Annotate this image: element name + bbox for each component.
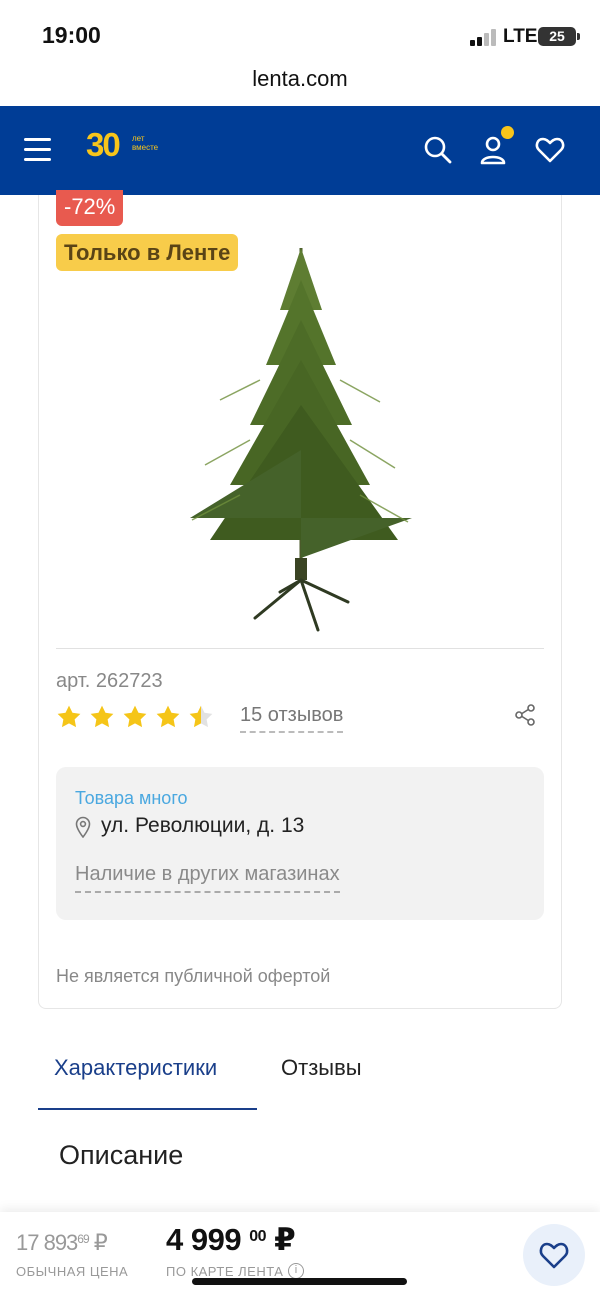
- status-bar: 19:00 LTE 25: [0, 0, 600, 70]
- star-icon: [90, 705, 114, 728]
- reviews-link[interactable]: 15 отзывов: [240, 704, 344, 733]
- status-time: 19:00: [42, 22, 101, 48]
- star-icon: [156, 705, 180, 728]
- regular-price: 17 89369 ₽: [16, 1230, 108, 1255]
- site-header: 30 лет вместе: [0, 106, 600, 195]
- star-icon: [57, 705, 81, 728]
- lenta-logo[interactable]: 30 лет вместе: [86, 126, 176, 170]
- product-sku: арт. 262723: [56, 670, 163, 692]
- tab-reviews[interactable]: Отзывы: [281, 1055, 362, 1081]
- info-icon[interactable]: i: [288, 1263, 304, 1279]
- hamburger-menu-icon[interactable]: [24, 138, 51, 162]
- add-to-favorites-button[interactable]: [523, 1224, 585, 1286]
- heart-icon: [539, 1242, 569, 1269]
- divider: [56, 648, 544, 649]
- regular-price-label: ОБЫЧНАЯ ЦЕНА: [16, 1264, 129, 1279]
- discount-badge: -72%: [56, 190, 124, 226]
- half-star-icon: [189, 705, 213, 728]
- network-type: LTE: [503, 26, 538, 47]
- tab-characteristics[interactable]: Характеристики: [54, 1055, 217, 1081]
- section-title: Описание: [59, 1140, 184, 1170]
- card-price: 4 999 00 ₽: [166, 1222, 296, 1257]
- url-bar[interactable]: lenta.com: [0, 66, 600, 92]
- stock-status: Товара много: [75, 788, 188, 808]
- logo-number: 30: [86, 126, 121, 163]
- store-address: ул. Революции, д. 13: [101, 814, 305, 837]
- active-tab-indicator: [38, 1108, 257, 1110]
- signal-icon: [470, 28, 498, 46]
- disclaimer: Не является публичной офертой: [56, 966, 331, 986]
- favorites-heart-icon[interactable]: [534, 134, 566, 166]
- product-image[interactable]: [180, 240, 420, 635]
- logo-tagline: лет вместе: [132, 134, 159, 152]
- home-indicator: [192, 1278, 407, 1285]
- star-icon: [123, 705, 147, 728]
- battery-icon: 25: [538, 27, 580, 46]
- search-icon[interactable]: [422, 134, 454, 166]
- share-icon[interactable]: [514, 704, 536, 726]
- location-pin-icon: [75, 816, 91, 838]
- stock-info: Товара много ул. Революции, д. 13 Наличи…: [56, 767, 544, 920]
- other-stores-link[interactable]: Наличие в других магазинах: [75, 863, 340, 893]
- notification-dot: [501, 126, 514, 139]
- card-price-label: ПО КАРТЕ ЛЕНТА: [166, 1264, 284, 1279]
